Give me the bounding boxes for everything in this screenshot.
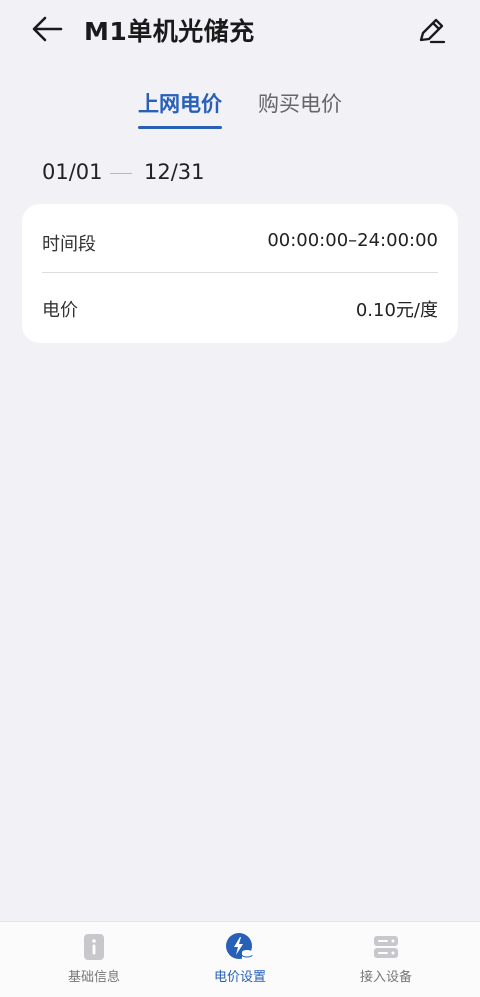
tab-purchase-price[interactable]: 购买电价: [258, 88, 342, 118]
arrow-left-icon[interactable]: [30, 14, 64, 44]
nav-item-connected-devices[interactable]: 接入设备: [331, 932, 441, 985]
date-range[interactable]: 01/01 12/31: [42, 160, 442, 190]
date-start: 01/01: [42, 160, 103, 184]
price-value: 0.10元/度: [355, 300, 438, 321]
top-bar: M1单机光储充: [0, 0, 480, 60]
date-end: 12/31: [144, 160, 205, 184]
price-row[interactable]: 电价 0.10元/度: [42, 292, 438, 326]
nav-label-connected-devices: 接入设备: [359, 970, 412, 985]
nav-item-basic-info[interactable]: 基础信息: [39, 932, 149, 985]
nav-label-price-settings: 电价设置: [213, 970, 266, 985]
nav-item-price-settings[interactable]: 电价设置: [185, 932, 295, 985]
tab-feed-in-price[interactable]: 上网电价: [138, 88, 222, 118]
active-tab-indicator: [138, 126, 222, 129]
bottom-navigation: 基础信息 电价设置 接入设备: [0, 921, 480, 997]
row-divider: [42, 272, 438, 273]
time-period-label: 时间段: [42, 234, 96, 255]
time-period-row[interactable]: 时间段 00:00:00–24:00:00: [42, 226, 438, 260]
server-device-icon: [374, 936, 398, 958]
page-title: M1单机光储充: [84, 17, 255, 46]
price-tabs: 上网电价 购买电价: [0, 88, 480, 138]
date-range-separator: [110, 173, 132, 174]
price-card: 时间段 00:00:00–24:00:00 电价 0.10元/度: [22, 204, 458, 343]
price-label: 电价: [42, 300, 78, 321]
time-period-value: 00:00:00–24:00:00: [267, 230, 438, 251]
nav-label-basic-info: 基础信息: [67, 970, 120, 985]
info-document-icon: [84, 934, 104, 960]
electricity-price-icon: [226, 933, 253, 960]
pencil-icon[interactable]: [414, 14, 448, 46]
